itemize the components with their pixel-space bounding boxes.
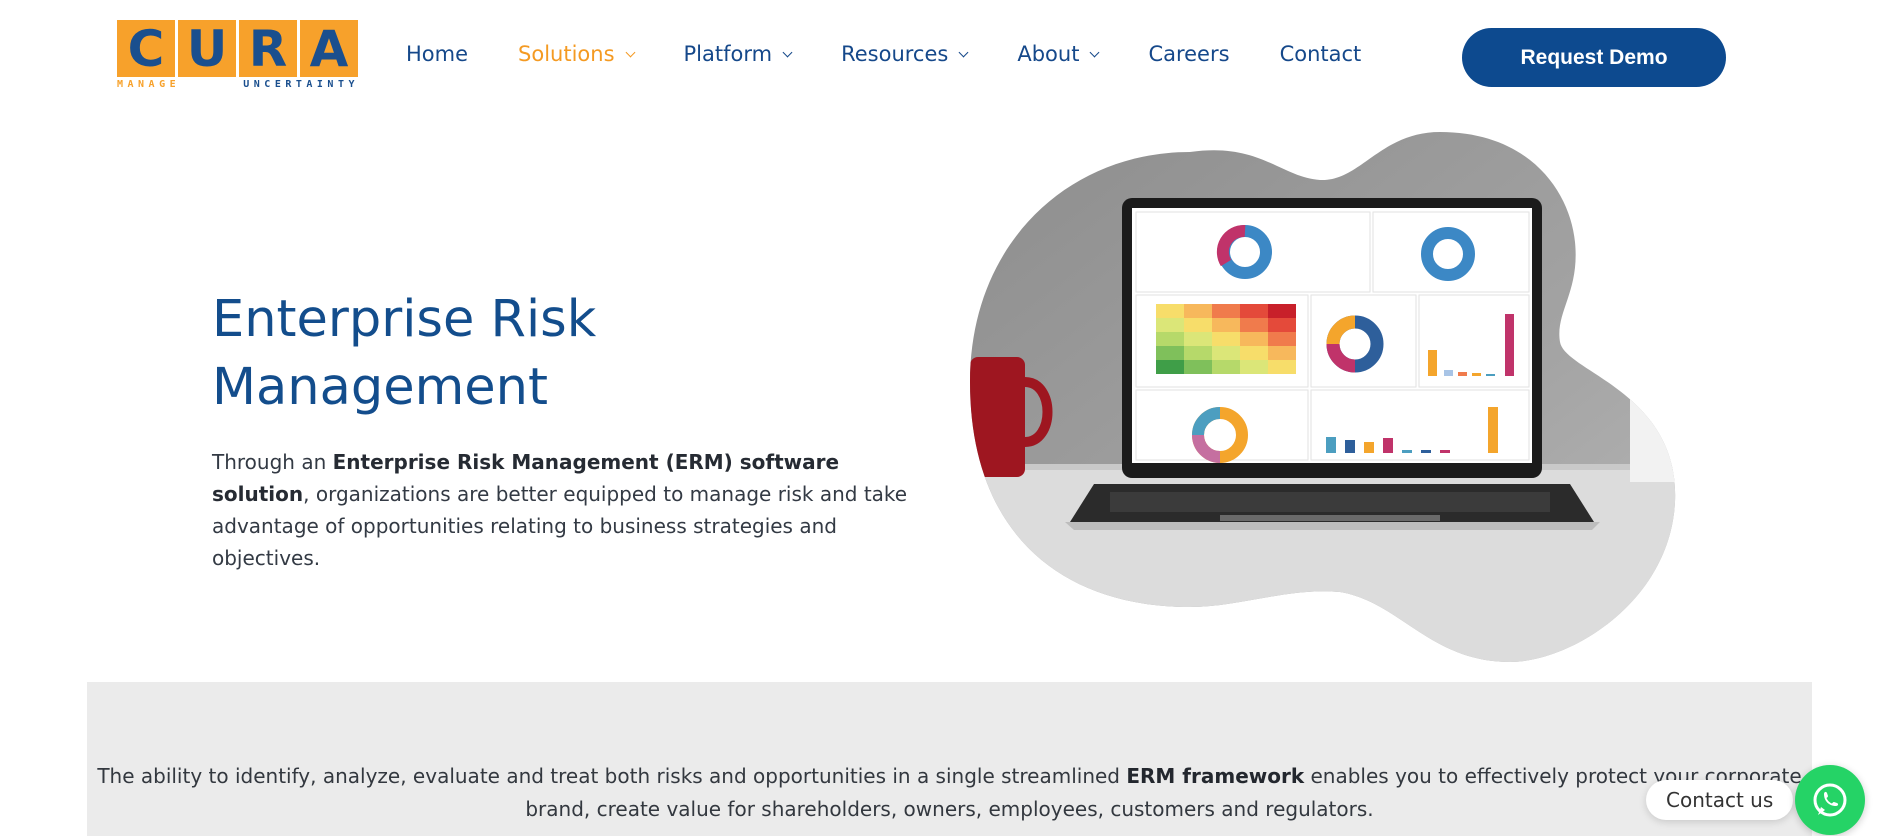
chevron-down-icon: [782, 47, 793, 57]
nav-item-label: About: [1017, 42, 1080, 66]
erm-framework-band: The ability to identify, analyze, evalua…: [87, 682, 1812, 836]
erm-framework-text-prefix: The ability to identify, analyze, evalua…: [97, 764, 1127, 788]
main-nav: Home Solutions Platform Resources About …: [406, 42, 1411, 66]
logo-tagline: MANAGE UNCERTAINTY: [117, 79, 359, 90]
hero-description: Through an Enterprise Risk Management (E…: [212, 446, 932, 574]
nav-item-careers[interactable]: Careers: [1148, 42, 1229, 66]
whatsapp-icon: [1813, 783, 1847, 817]
nav-item-about[interactable]: About: [1017, 42, 1100, 66]
nav-item-label: Home: [406, 42, 469, 66]
nav-item-label: Resources: [841, 42, 949, 66]
page-title-line2: Management: [212, 358, 548, 417]
site-header: C U R A MANAGE UNCERTAINTY Home Solution…: [0, 0, 1900, 115]
nav-item-contact[interactable]: Contact: [1280, 42, 1362, 66]
chevron-down-icon: [1089, 47, 1100, 57]
hero-description-prefix: Through an: [212, 450, 333, 474]
logo-tile: C: [117, 20, 175, 77]
contact-us-label[interactable]: Contact us: [1646, 780, 1794, 820]
page-title-line1: Enterprise Risk: [212, 290, 597, 349]
logo-tile: R: [239, 20, 297, 77]
hero-description-suffix: , organizations are better equipped to m…: [212, 482, 908, 570]
request-demo-button[interactable]: Request Demo: [1462, 28, 1726, 87]
nav-item-resources[interactable]: Resources: [841, 42, 969, 66]
whatsapp-chat-button[interactable]: [1795, 765, 1865, 835]
logo-tagline-manage: MANAGE: [117, 79, 181, 90]
nav-item-label: Solutions: [518, 42, 615, 66]
logo-tile: A: [300, 20, 358, 77]
logo-letter: A: [309, 19, 349, 78]
logo-tile: U: [178, 20, 236, 77]
nav-item-solutions[interactable]: Solutions: [518, 42, 635, 66]
nav-item-label: Careers: [1148, 42, 1230, 66]
logo-letter: C: [127, 19, 165, 78]
hero-laptop-dashboard-image: [970, 132, 1676, 662]
nav-item-platform[interactable]: Platform: [683, 42, 793, 66]
page: C U R A MANAGE UNCERTAINTY Home Solution…: [0, 0, 1900, 836]
logo-tagline-uncertainty: UNCERTAINTY: [243, 79, 359, 90]
cura-logo[interactable]: C U R A MANAGE UNCERTAINTY: [117, 20, 359, 94]
page-title: Enterprise Risk Management: [212, 286, 732, 422]
logo-letters: C U R A: [117, 20, 359, 77]
nav-item-label: Contact: [1279, 42, 1362, 66]
nav-item-label: Platform: [683, 42, 773, 66]
logo-letter: U: [186, 19, 228, 78]
logo-letter: R: [248, 19, 288, 78]
erm-framework-text: The ability to identify, analyze, evalua…: [87, 760, 1812, 826]
chevron-down-icon: [625, 47, 635, 57]
erm-framework-text-bold: ERM framework: [1126, 764, 1305, 788]
nav-item-home[interactable]: Home: [406, 42, 468, 66]
chevron-down-icon: [958, 47, 969, 57]
